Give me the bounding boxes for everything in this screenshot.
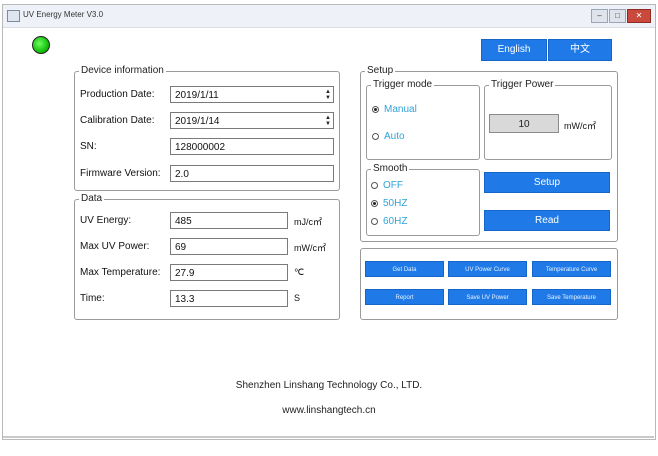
minimize-icon[interactable]: – — [591, 9, 608, 23]
trigger-mode-group: Trigger mode — [366, 80, 480, 160]
save-temperature-button[interactable]: Save Temperature — [532, 289, 611, 305]
trigger-mode-manual-radio[interactable]: Manual — [372, 104, 417, 115]
setup-button[interactable]: Setup — [484, 172, 610, 193]
uv-energy-field[interactable]: 485 — [170, 212, 288, 229]
auto-label: Auto — [384, 131, 405, 142]
get-data-button[interactable]: Get Data — [365, 261, 444, 277]
firmware-version-field[interactable]: 2.0 — [170, 165, 334, 182]
uv-energy-label: UV Energy: — [80, 215, 132, 226]
radio-unselected-icon[interactable] — [371, 218, 378, 225]
read-button[interactable]: Read — [484, 210, 610, 231]
trigger-power-field[interactable]: 10 — [489, 114, 559, 133]
smooth-50hz-radio[interactable]: 50HZ — [371, 198, 407, 209]
trigger-mode-auto-radio[interactable]: Auto — [372, 131, 405, 142]
production-date-value: 2019/1/11 — [175, 90, 219, 101]
app-icon — [7, 10, 20, 22]
data-legend: Data — [81, 193, 103, 204]
temperature-curve-button[interactable]: Temperature Curve — [532, 261, 611, 277]
window-bottom-edge — [3, 436, 654, 438]
uv-energy-unit: mJ/c㎡ — [294, 217, 322, 227]
trigger-power-unit: mW/c㎡ — [564, 121, 596, 131]
setup-legend: Setup — [367, 65, 394, 76]
time-field[interactable]: 13.3 — [170, 290, 288, 307]
calibration-date-value: 2019/1/14 — [175, 116, 220, 127]
calibration-date-picker[interactable]: 2019/1/14 ▲ ▼ — [170, 112, 334, 129]
production-date-label: Production Date: — [80, 89, 155, 100]
50hz-label: 50HZ — [383, 198, 408, 209]
60hz-label: 60HZ — [383, 216, 408, 227]
time-label: Time: — [80, 293, 105, 304]
smooth-60hz-radio[interactable]: 60HZ — [371, 216, 407, 227]
website-link[interactable]: www.linshangtech.cn — [0, 405, 658, 416]
trigger-power-legend: Trigger Power — [491, 79, 554, 90]
title-bar[interactable]: UV Energy Meter V3.0 – □ ✕ — [3, 5, 655, 28]
max-temperature-label: Max Temperature: — [80, 267, 161, 278]
spinner-icon[interactable]: ▲ ▼ — [325, 115, 331, 127]
window-controls: – □ ✕ — [591, 9, 651, 23]
close-icon[interactable]: ✕ — [627, 9, 651, 23]
radio-selected-icon[interactable] — [371, 200, 378, 207]
save-uv-power-button[interactable]: Save UV Power — [448, 289, 527, 305]
report-button[interactable]: Report — [365, 289, 444, 305]
restore-icon[interactable]: □ — [609, 9, 626, 23]
english-button[interactable]: English — [481, 39, 547, 61]
chinese-button[interactable]: 中文 — [548, 39, 612, 61]
manual-label: Manual — [384, 104, 417, 115]
max-uv-power-label: Max UV Power: — [80, 241, 150, 252]
actions-group — [360, 248, 618, 320]
sn-label: SN: — [80, 141, 97, 152]
smooth-off-radio[interactable]: OFF — [371, 180, 403, 191]
company-name: Shenzhen Linshang Technology Co., LTD. — [235, 380, 423, 391]
trigger-mode-legend: Trigger mode — [373, 79, 433, 90]
status-led-icon — [32, 36, 50, 54]
max-uv-power-field[interactable]: 69 — [170, 238, 288, 255]
off-label: OFF — [383, 180, 403, 191]
radio-selected-icon[interactable] — [372, 106, 379, 113]
window-title: UV Energy Meter V3.0 — [23, 10, 104, 19]
device-information-legend: Device information — [81, 65, 164, 76]
spinner-icon[interactable]: ▲ ▼ — [325, 89, 331, 101]
max-uv-power-unit: mW/c㎡ — [294, 243, 326, 253]
production-date-picker[interactable]: 2019/1/11 ▲ ▼ — [170, 86, 334, 103]
radio-unselected-icon[interactable] — [371, 182, 378, 189]
max-temperature-unit: ℃ — [294, 267, 305, 277]
firmware-version-label: Firmware Version: — [80, 168, 161, 179]
calibration-date-label: Calibration Date: — [80, 115, 155, 126]
time-unit: S — [294, 293, 301, 303]
radio-unselected-icon[interactable] — [372, 133, 379, 140]
smooth-legend: Smooth — [373, 163, 408, 174]
sn-field[interactable]: 128000002 — [170, 138, 334, 155]
uv-power-curve-button[interactable]: UV Power Curve — [448, 261, 527, 277]
max-temperature-field[interactable]: 27.9 — [170, 264, 288, 281]
